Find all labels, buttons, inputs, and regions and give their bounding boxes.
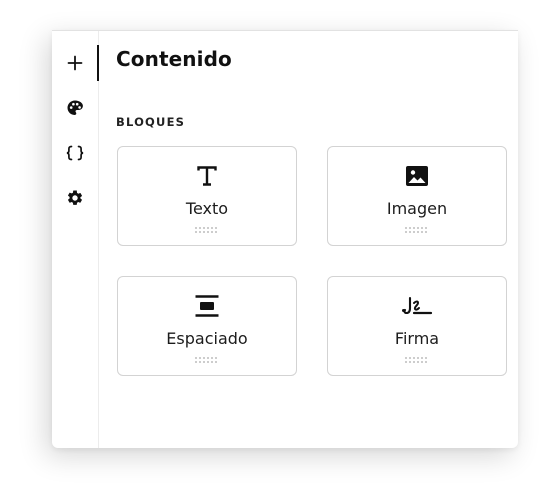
sidebar-item-settings[interactable]: [52, 180, 98, 216]
panel-title: Contenido: [116, 47, 232, 71]
sidebar-item-styles[interactable]: [52, 90, 98, 126]
block-signature[interactable]: Firma: [327, 276, 507, 376]
signature-icon: [402, 296, 433, 315]
section-label-blocks: BLOQUES: [116, 115, 186, 129]
sidebar-item-add[interactable]: [52, 45, 99, 81]
block-label: Firma: [394, 329, 440, 348]
sidebar-item-code[interactable]: [52, 135, 98, 171]
block-label: Imagen: [386, 199, 448, 218]
palette-icon: [67, 100, 83, 115]
content-panel: Contenido BLOQUES Texto Imagen Espaciado…: [52, 30, 518, 448]
braces-icon: [66, 145, 84, 161]
image-icon: [406, 166, 428, 186]
text-icon: [197, 166, 217, 186]
drag-handle-icon[interactable]: [405, 357, 429, 365]
drag-handle-icon[interactable]: [195, 227, 219, 235]
drag-handle-icon[interactable]: [405, 227, 429, 235]
plus-icon: [67, 55, 83, 71]
block-text[interactable]: Texto: [117, 146, 297, 246]
spacer-icon: [195, 295, 219, 317]
gear-icon: [67, 190, 83, 205]
drag-handle-icon[interactable]: [195, 357, 219, 365]
sidebar-rail: [52, 31, 99, 448]
block-label: Texto: [185, 199, 229, 218]
block-spacer[interactable]: Espaciado: [117, 276, 297, 376]
block-label: Espaciado: [166, 329, 248, 348]
block-image[interactable]: Imagen: [327, 146, 507, 246]
